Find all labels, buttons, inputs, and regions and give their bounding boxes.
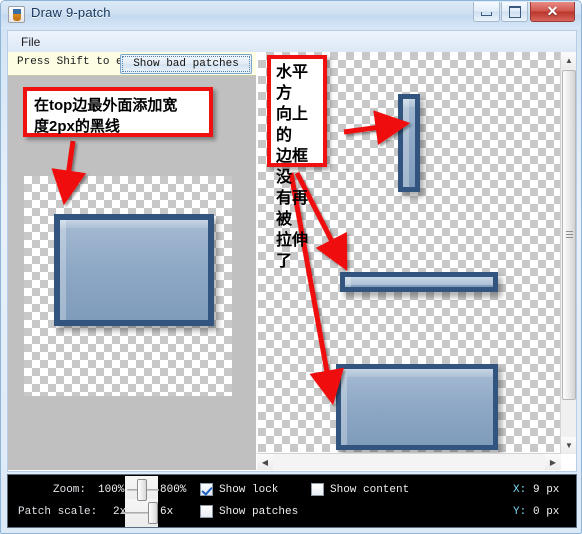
nine-patch-source-image xyxy=(54,214,214,326)
preview-horizontal-scrollbar[interactable]: ◀ ▶ xyxy=(257,453,561,470)
editor-hint-label: Press Shift to er xyxy=(17,56,130,68)
nine-patch-canvas[interactable] xyxy=(24,176,232,396)
zoom-max-value: 800% xyxy=(160,484,187,496)
annotation-callout-left: 在top边最外面添加宽 度2px的黑线 xyxy=(23,87,213,137)
patch-scale-max-value: 6x xyxy=(160,506,174,518)
show-patches-checkbox[interactable] xyxy=(200,505,213,518)
coord-x-key: X: xyxy=(513,484,527,496)
minimize-button[interactable] xyxy=(473,2,500,22)
application-window: Draw 9-patch ✕ File Press Shift to er Sh… xyxy=(0,0,582,534)
scroll-right-arrow-icon[interactable]: ▶ xyxy=(545,454,561,470)
patch-scale-label: Patch scale: xyxy=(18,506,98,518)
coord-y-key: Y: xyxy=(513,506,527,518)
close-button[interactable]: ✕ xyxy=(530,2,575,22)
annotation-right-line-4: 有再被 xyxy=(276,190,309,228)
vertical-scrollbar-thumb[interactable] xyxy=(562,70,576,400)
maximize-button[interactable] xyxy=(501,2,528,22)
show-lock-checkbox[interactable] xyxy=(200,483,213,496)
annotation-right-line-2: 向上的 xyxy=(276,106,309,144)
java-app-icon xyxy=(8,6,25,23)
annotation-right-line-5: 拉伸了 xyxy=(276,232,309,270)
scroll-down-arrow-icon[interactable]: ▼ xyxy=(561,437,576,454)
patch-scale-slider-knob[interactable] xyxy=(148,502,158,524)
annotation-left-line-1: 在top边最外面添加宽 xyxy=(34,97,178,114)
show-lock-label[interactable]: Show lock xyxy=(219,484,278,496)
show-content-checkbox[interactable] xyxy=(311,483,324,496)
menu-item-file[interactable]: File xyxy=(16,34,45,50)
black-2px-top-line-mark[interactable] xyxy=(60,180,76,187)
show-bad-patches-button[interactable]: Show bad patches xyxy=(120,54,252,74)
annotation-callout-right: 水平方 向上的 边框没 有再被 拉伸了 xyxy=(267,55,327,270)
scroll-up-arrow-icon[interactable]: ▲ xyxy=(561,52,576,69)
annotation-right-line-3: 边框没 xyxy=(276,148,309,186)
status-bar: Zoom: 100% Patch scale: 2x 800% 6x Show … xyxy=(7,474,577,528)
menu-bar: File xyxy=(7,30,577,52)
scroll-left-arrow-icon[interactable]: ◀ xyxy=(257,454,273,470)
minimize-icon xyxy=(474,2,499,21)
title-bar[interactable]: Draw 9-patch ✕ xyxy=(1,1,581,29)
preview-both-stretch xyxy=(336,364,498,450)
zoom-slider-knob[interactable] xyxy=(137,479,147,501)
window-title: Draw 9-patch xyxy=(31,5,111,20)
preview-horizontal-stretch xyxy=(340,272,498,292)
annotation-right-line-1: 水平方 xyxy=(276,64,309,102)
coord-y-value: 0 px xyxy=(533,506,560,518)
show-content-label[interactable]: Show content xyxy=(330,484,409,496)
maximize-icon xyxy=(502,2,527,21)
preview-vertical-scrollbar[interactable]: ▲ ▼ xyxy=(560,52,576,454)
close-icon: ✕ xyxy=(546,3,559,19)
zoom-min-value: 100% xyxy=(98,484,125,496)
zoom-label: Zoom: xyxy=(53,484,87,496)
annotation-left-line-2: 度2px的黑线 xyxy=(34,118,120,135)
show-patches-label[interactable]: Show patches xyxy=(219,506,298,518)
preview-vertical-stretch xyxy=(398,94,420,192)
editor-toolbar: Press Shift to er Show bad patches xyxy=(8,52,256,76)
coord-x-value: 9 px xyxy=(533,484,560,496)
